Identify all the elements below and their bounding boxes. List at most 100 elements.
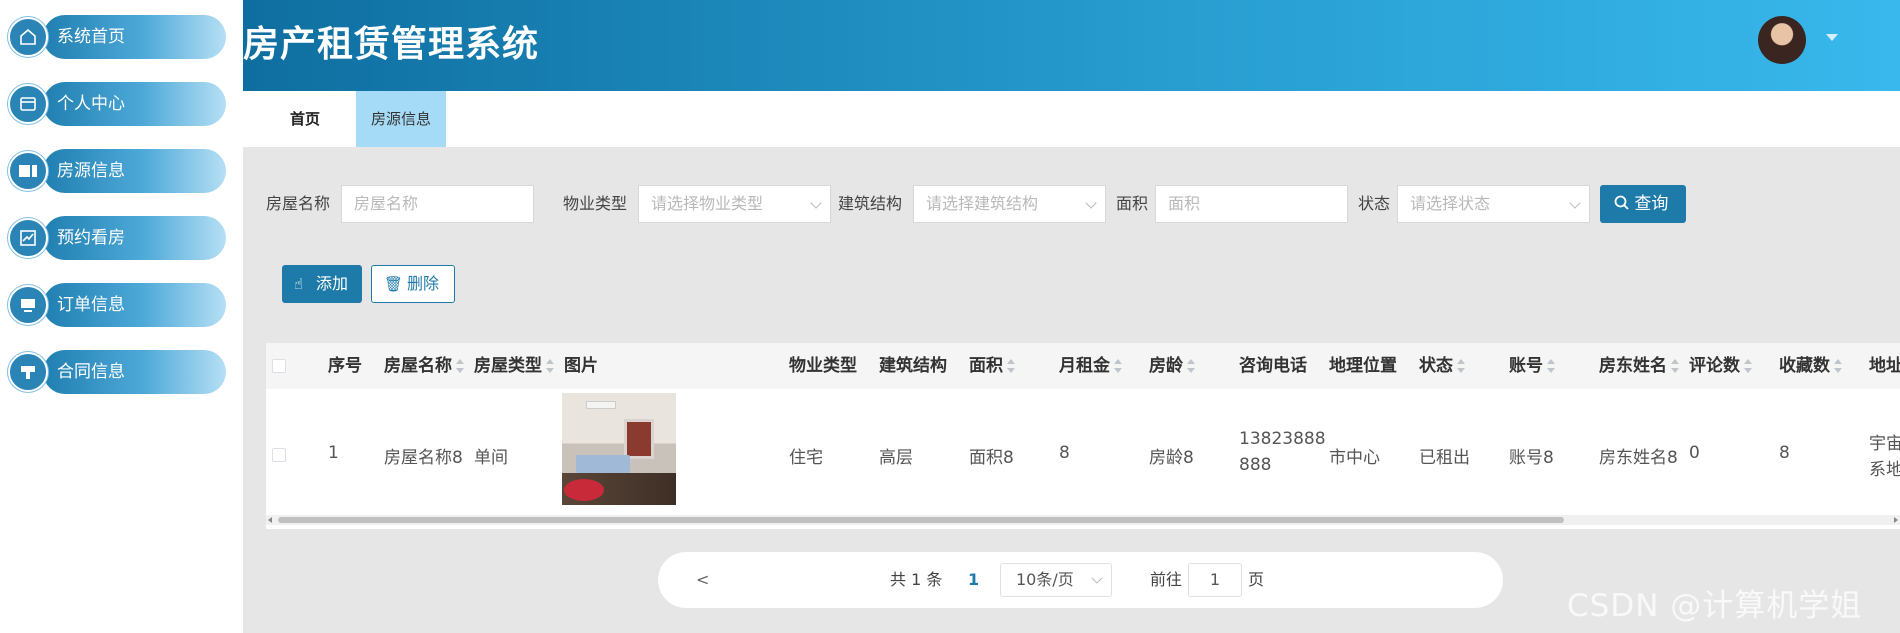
hand-pointer-icon: ☝ — [294, 275, 304, 293]
col-status[interactable]: 状态 — [1419, 343, 1465, 389]
chevron-down-icon — [1569, 197, 1581, 209]
scrollbar-thumb[interactable] — [278, 517, 1564, 523]
chevron-down-icon[interactable] — [1826, 34, 1838, 41]
sidebar-item-label: 合同信息 — [57, 362, 125, 382]
tab-listings[interactable]: 房源信息 — [356, 91, 446, 147]
cell-rent: 8 — [1059, 443, 1070, 463]
cell-landlord: 房东姓名8 — [1599, 448, 1678, 468]
sidebar-item-contracts[interactable]: 合同信息 — [8, 350, 226, 394]
cell-account: 账号8 — [1509, 448, 1554, 468]
property-type-placeholder: 请选择物业类型 — [651, 194, 764, 213]
col-account-label: 账号 — [1509, 356, 1543, 376]
query-button[interactable]: 查询 — [1600, 185, 1686, 223]
select-all-checkbox[interactable] — [272, 359, 286, 373]
sort-icon[interactable] — [1834, 359, 1842, 373]
cell-structure: 高层 — [879, 448, 913, 468]
add-button[interactable]: ☝ 添加 — [282, 265, 362, 303]
scroll-right-icon[interactable] — [1894, 517, 1898, 523]
col-image: 图片 — [564, 356, 598, 376]
cell-type: 单间 — [474, 448, 508, 468]
col-structure: 建筑结构 — [879, 356, 947, 376]
query-button-label: 查询 — [1634, 194, 1669, 214]
sort-icon[interactable] — [1114, 359, 1122, 373]
col-rent-label: 月租金 — [1059, 356, 1110, 376]
structure-select[interactable]: 请选择建筑结构 — [913, 185, 1106, 223]
sort-icon[interactable] — [1671, 359, 1679, 373]
col-comments-label: 评论数 — [1689, 356, 1740, 376]
pagination: < 共 1 条 1 10条/页 前往 1 页 — [658, 552, 1503, 608]
sidebar-item-personal-center[interactable]: 个人中心 — [8, 82, 226, 126]
chart-icon — [8, 218, 48, 258]
col-address: 地址 — [1869, 356, 1900, 376]
col-comments[interactable]: 评论数 — [1689, 343, 1752, 389]
cell-location: 市中心 — [1329, 448, 1380, 468]
col-type-label: 房屋类型 — [474, 356, 542, 376]
page-size-select[interactable]: 10条/页 — [1000, 563, 1112, 597]
goto-label: 前往 — [1150, 570, 1183, 589]
status-placeholder: 请选择状态 — [1410, 194, 1491, 213]
sidebar-item-label: 预约看房 — [57, 228, 125, 248]
col-area[interactable]: 面积 — [969, 343, 1015, 389]
sidebar-item-orders[interactable]: 订单信息 — [8, 283, 226, 327]
property-type-label: 物业类型 — [563, 194, 628, 213]
col-account[interactable]: 账号 — [1509, 343, 1555, 389]
chevron-down-icon — [1085, 197, 1097, 209]
current-page[interactable]: 1 — [968, 552, 979, 608]
top-header: 房产租赁管理系统 — [243, 0, 1900, 91]
row-checkbox[interactable] — [272, 448, 286, 462]
col-name-label: 房屋名称 — [384, 356, 452, 376]
sidebar: 系统首页 个人中心 房源信息 预约看房 订单信息 合同信息 — [0, 0, 243, 633]
col-area-label: 面积 — [969, 356, 1003, 376]
monitor-icon — [8, 285, 48, 325]
goto-page-input[interactable]: 1 — [1188, 563, 1242, 597]
status-select[interactable]: 请选择状态 — [1397, 185, 1590, 223]
cell-phone-line1: 13823888 — [1239, 429, 1326, 449]
sort-icon[interactable] — [1007, 359, 1015, 373]
col-landlord[interactable]: 房东姓名 — [1599, 343, 1679, 389]
cell-property-type: 住宅 — [789, 448, 823, 468]
cell-area: 面积8 — [969, 448, 1014, 468]
horizontal-scrollbar[interactable] — [266, 515, 1900, 525]
chevron-down-icon — [1091, 572, 1103, 584]
main-content: 房屋名称 房屋名称 物业类型 请选择物业类型 建筑结构 请选择建筑结构 面积 面… — [243, 147, 1900, 633]
col-rent[interactable]: 月租金 — [1059, 343, 1122, 389]
tab-home[interactable]: 首页 — [265, 91, 345, 147]
property-type-select[interactable]: 请选择物业类型 — [638, 185, 831, 223]
sort-icon[interactable] — [1187, 359, 1195, 373]
col-type[interactable]: 房屋类型 — [474, 343, 554, 389]
sidebar-item-label: 订单信息 — [57, 295, 125, 315]
sidebar-item-label: 个人中心 — [57, 94, 125, 114]
delete-button[interactable]: 🗑 删除 — [371, 265, 455, 303]
app-title: 房产租赁管理系统 — [243, 24, 540, 65]
chevron-down-icon — [810, 197, 822, 209]
cell-phone-line2: 888 — [1239, 455, 1272, 475]
scroll-left-icon[interactable] — [268, 517, 272, 523]
sidebar-item-home[interactable]: 系统首页 — [8, 15, 226, 59]
search-icon — [1614, 195, 1629, 210]
name-input[interactable]: 房屋名称 — [341, 185, 534, 223]
sort-icon[interactable] — [1744, 359, 1752, 373]
name-label: 房屋名称 — [266, 194, 331, 213]
house-photo[interactable] — [562, 393, 676, 505]
prev-page-button[interactable]: < — [696, 552, 709, 608]
area-label: 面积 — [1116, 194, 1149, 213]
sidebar-item-listings[interactable]: 房源信息 — [8, 149, 226, 193]
sort-icon[interactable] — [1547, 359, 1555, 373]
sort-icon[interactable] — [1457, 359, 1465, 373]
avatar[interactable] — [1758, 16, 1806, 64]
col-age[interactable]: 房龄 — [1149, 343, 1195, 389]
col-name[interactable]: 房屋名称 — [384, 343, 464, 389]
cell-favorites: 8 — [1779, 443, 1790, 463]
stamp-icon — [8, 352, 48, 392]
home-icon — [8, 17, 48, 57]
cell-address-line1: 宇宙 — [1869, 434, 1900, 454]
area-input[interactable]: 面积 — [1155, 185, 1348, 223]
sort-icon[interactable] — [546, 359, 554, 373]
structure-placeholder: 请选择建筑结构 — [926, 194, 1039, 213]
sort-icon[interactable] — [456, 359, 464, 373]
cell-status: 已租出 — [1419, 448, 1470, 468]
structure-label: 建筑结构 — [838, 194, 903, 213]
sidebar-item-viewing-appointments[interactable]: 预约看房 — [8, 216, 226, 260]
col-favorites[interactable]: 收藏数 — [1779, 343, 1842, 389]
ticket-icon — [8, 151, 48, 191]
